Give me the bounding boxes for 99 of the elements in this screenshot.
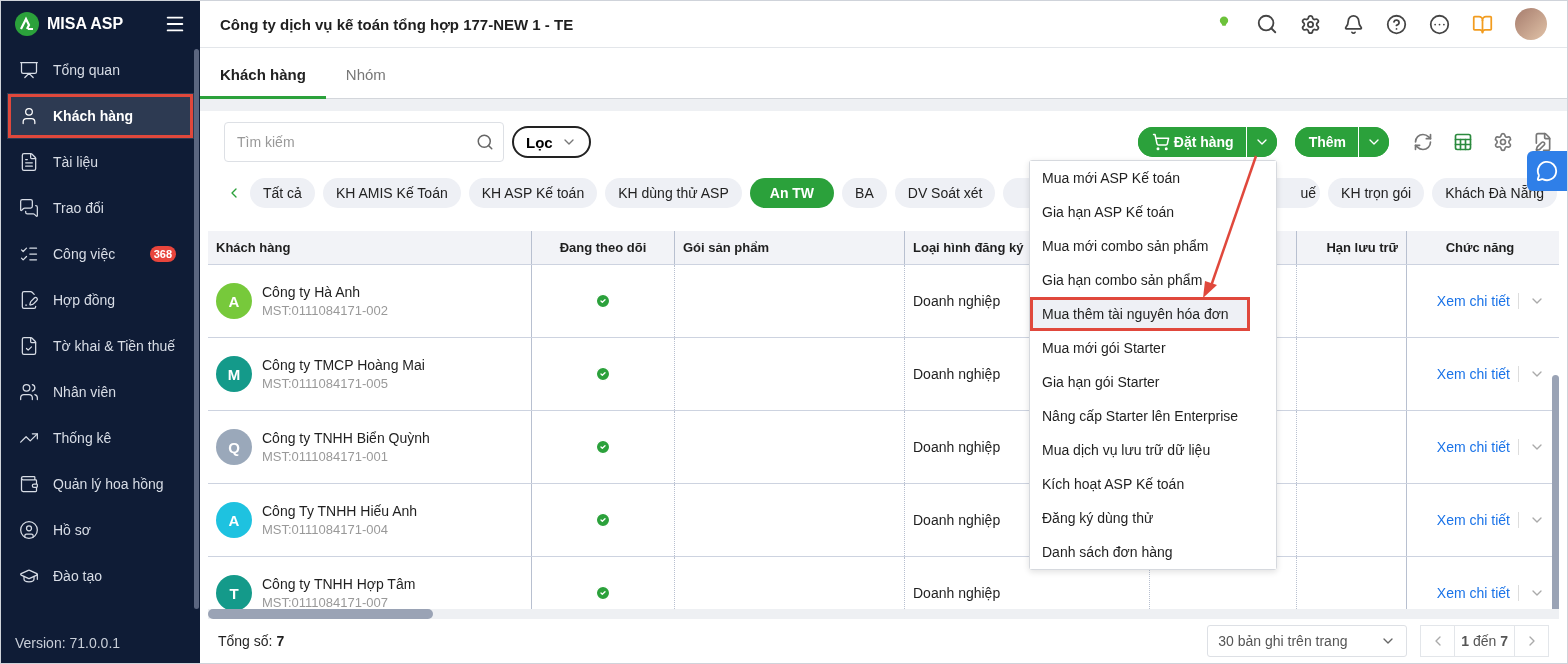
column-header: Gói sản phẩm — [674, 231, 904, 265]
table-cell: Doanh nghiệp — [913, 439, 1001, 456]
chat-icon — [19, 198, 39, 218]
tax-id: MST:0111084171-001 — [262, 449, 389, 465]
order-dropdown-button[interactable] — [1245, 127, 1277, 157]
sidebar-item[interactable]: Quản lý hoa hồng — [1, 461, 194, 507]
presentation-icon — [19, 60, 39, 80]
customer-name: Công ty TMCP Hoàng Mai — [262, 357, 425, 374]
book-icon[interactable] — [1472, 13, 1493, 35]
view-details-link[interactable]: Xem chi tiết — [1436, 366, 1519, 383]
add-dropdown-button[interactable] — [1358, 127, 1389, 157]
table-cell: Doanh nghiệp — [913, 585, 1001, 602]
view-details-link[interactable]: Xem chi tiết — [1436, 512, 1519, 529]
menu-item[interactable]: Đăng ký dùng thử — [1030, 501, 1276, 535]
menu-item[interactable]: Mua dịch vụ lưu trữ dữ liệu — [1030, 433, 1276, 467]
table-cell: Doanh nghiệp — [913, 512, 1001, 529]
document-icon — [19, 152, 39, 172]
filter-chip[interactable]: Tất cả — [250, 178, 315, 208]
version-text: Version: 71.0.0.1 — [14, 635, 122, 653]
more-icon[interactable] — [1429, 13, 1450, 35]
menu-item[interactable]: Gia hạn ASP Kế toán — [1030, 195, 1276, 229]
column-header: Đang theo dõi — [531, 231, 674, 265]
sidebar-item[interactable]: Tổng quan — [1, 47, 194, 93]
settings-icon[interactable] — [1493, 132, 1513, 152]
customer-avatar: A — [216, 502, 252, 539]
scrollbar[interactable] — [1552, 375, 1559, 609]
customer-name: Công ty Hà Anh — [262, 284, 362, 301]
sidebar-item[interactable]: Hợp đồng — [1, 277, 194, 323]
user-avatar[interactable] — [1515, 8, 1547, 40]
menu-item[interactable]: Danh sách đơn hàng — [1030, 535, 1276, 569]
profile-icon — [19, 520, 39, 540]
filter-chip[interactable]: DV Soát xét — [894, 178, 996, 208]
cart-icon — [1151, 133, 1170, 151]
brand-name: MISA ASP — [47, 15, 125, 33]
customer-avatar: Q — [216, 429, 252, 466]
sidebar-item[interactable]: Đào tạo — [1, 553, 194, 599]
customer-avatar: T — [216, 575, 252, 609]
search-icon[interactable] — [1256, 13, 1278, 35]
view-details-link[interactable]: Xem chi tiết — [1436, 439, 1519, 456]
filter-chip[interactable]: KH AMIS Kế Toán — [322, 178, 461, 208]
filter-chip[interactable]: BA — [842, 178, 887, 208]
tax-id: MST:0111084171-002 — [262, 303, 388, 319]
bell-icon[interactable] — [1343, 13, 1364, 35]
filter-chip[interactable]: KH ASP Kế toán — [468, 178, 598, 208]
spreadsheet-icon[interactable] — [1453, 132, 1473, 152]
search-icon — [476, 133, 494, 151]
menu-item[interactable]: Mua mới ASP Kế toán — [1030, 161, 1276, 195]
sidebar-item[interactable]: Tài liệu — [1, 139, 194, 185]
menu-item[interactable]: Gia hạn gói Starter — [1030, 365, 1276, 399]
logo-icon — [15, 12, 39, 36]
page-size-select[interactable]: 30 bản ghi trên trang — [1207, 625, 1408, 657]
total-count: Tổng số: 7 — [218, 633, 285, 649]
count-badge: 368 — [149, 246, 176, 262]
menu-item[interactable]: Mua thêm tài nguyên hóa đơn — [1030, 297, 1250, 331]
sidebar-item[interactable]: Thống kê — [1, 415, 194, 461]
sidebar-item[interactable]: Trao đổi — [1, 185, 194, 231]
settings-icon[interactable] — [1300, 13, 1321, 35]
filter-chip[interactable]: KH dùng thử ASP — [605, 178, 742, 208]
edit-document-icon[interactable] — [1533, 132, 1553, 152]
contract-icon — [19, 290, 39, 310]
sidebar-item[interactable]: Khách hàng — [7, 93, 194, 139]
search-field[interactable]: Tìm kiếm — [224, 122, 504, 162]
table-cell: Doanh nghiệp — [913, 366, 1001, 383]
tax-id: MST:0111084171-005 — [262, 376, 389, 392]
file-check-icon — [19, 336, 39, 356]
menu-item[interactable]: Mua mới combo sản phẩm — [1030, 229, 1276, 263]
customer-name: Công ty TNHH Biển Quỳnh — [262, 430, 430, 447]
help-icon[interactable] — [1386, 13, 1407, 35]
column-header: Hạn lưu trữ — [1296, 231, 1406, 265]
filter-chip[interactable]: KH trọn gói — [1328, 178, 1425, 208]
tax-id: MST:0111084171-007 — [262, 595, 389, 609]
customer-name: Công Ty TNHH Hiếu Anh — [262, 503, 418, 520]
chat-icon — [1536, 160, 1558, 182]
menu-item[interactable]: Kích hoạt ASP Kế toán — [1030, 467, 1276, 501]
users-icon — [19, 382, 39, 402]
scrollbar[interactable] — [194, 49, 199, 609]
customer-name: Công ty TNHH Hợp Tâm — [262, 576, 416, 593]
view-details-link[interactable]: Xem chi tiết — [1436, 293, 1519, 310]
customer-avatar: M — [216, 356, 252, 393]
refresh-icon[interactable] — [1413, 132, 1433, 152]
tab[interactable]: Nhóm — [325, 66, 406, 99]
sidebar-item[interactable]: Tờ khai & Tiền thuế — [1, 323, 194, 369]
wallet-icon — [19, 474, 39, 494]
filter-button[interactable]: Lọc — [512, 126, 591, 158]
sidebar-item[interactable]: Hồ sơ — [1, 507, 194, 553]
menu-item[interactable]: Mua mới gói Starter — [1030, 331, 1276, 365]
menu-item[interactable]: Nâng cấp Starter lên Enterprise — [1030, 399, 1276, 433]
scrollbar[interactable] — [208, 609, 433, 619]
column-header: Chức năng — [1406, 231, 1553, 265]
table-cell: Doanh nghiệp — [913, 293, 1001, 310]
company-title: Công ty dịch vụ kế toán tổng hợp 177-NEW 1 - TE — [220, 15, 575, 33]
menu-item[interactable]: Gia hạn combo sản phẩm — [1030, 263, 1276, 297]
column-header: Khách hàng — [215, 239, 292, 258]
customer-avatar: A — [216, 283, 252, 320]
view-details-link[interactable]: Xem chi tiết — [1436, 585, 1519, 602]
page-range: 1 đến 7 — [1461, 633, 1508, 649]
sidebar-item[interactable]: Nhân viên — [1, 369, 194, 415]
tax-id: MST:0111084171-004 — [262, 522, 389, 538]
sidebar-item[interactable]: Công việc 368 — [1, 231, 194, 277]
